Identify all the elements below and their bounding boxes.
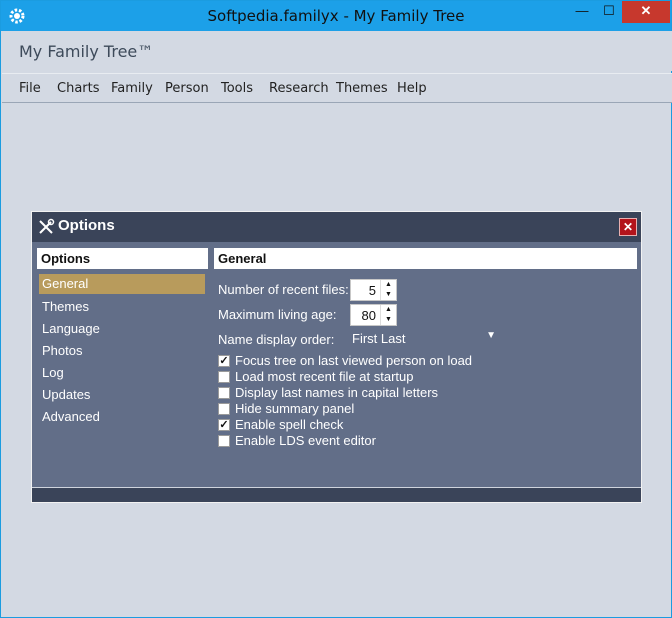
checkbox-hide-summary[interactable] bbox=[218, 403, 230, 415]
living-age-stepper[interactable]: 80 ▲ ▼ bbox=[350, 304, 397, 326]
checkbox-label: Enable spell check bbox=[235, 417, 344, 432]
menu-bar: File Charts Family Person Tools Research… bbox=[2, 73, 672, 103]
menu-person[interactable]: Person bbox=[165, 81, 209, 96]
living-age-value: 80 bbox=[361, 308, 376, 323]
name-order-label: Name display order: bbox=[218, 332, 335, 347]
checkbox-label: Display last names in capital letters bbox=[235, 385, 439, 400]
nav-advanced[interactable]: Advanced bbox=[39, 407, 205, 427]
living-age-label: Maximum living age: bbox=[218, 307, 337, 322]
dialog-title: Options bbox=[58, 217, 115, 234]
name-order-value: First Last bbox=[352, 331, 406, 346]
app-header: My Family Tree™ bbox=[2, 31, 672, 71]
menu-family[interactable]: Family bbox=[111, 81, 153, 96]
checkbox-label: Focus tree on last viewed person on load bbox=[235, 353, 473, 368]
chevron-down-icon: ▼ bbox=[486, 330, 496, 341]
menu-themes[interactable]: Themes bbox=[336, 81, 388, 96]
checkbox-load-recent[interactable] bbox=[218, 371, 230, 383]
options-nav-header: Options bbox=[37, 248, 208, 269]
menu-research[interactable]: Research bbox=[269, 81, 329, 96]
stepper-arrows[interactable]: ▲ ▼ bbox=[380, 280, 396, 300]
general-section-header: General bbox=[214, 248, 637, 269]
checkbox-label: Hide summary panel bbox=[235, 401, 355, 416]
recent-files-stepper[interactable]: 5 ▲ ▼ bbox=[350, 279, 397, 301]
menu-tools[interactable]: Tools bbox=[221, 81, 253, 96]
nav-themes[interactable]: Themes bbox=[39, 297, 205, 317]
nav-photos[interactable]: Photos bbox=[39, 341, 205, 361]
recent-files-value: 5 bbox=[368, 283, 376, 298]
nav-language[interactable]: Language bbox=[39, 319, 205, 339]
stepper-arrows[interactable]: ▲ ▼ bbox=[380, 305, 396, 325]
dialog-close-button[interactable]: ✕ bbox=[619, 218, 637, 236]
checkbox-label: Load most recent file at startup bbox=[235, 369, 414, 384]
recent-files-label: Number of recent files: bbox=[218, 282, 349, 297]
tools-icon bbox=[39, 218, 55, 234]
options-dialog: Options ✕ Options General General Themes… bbox=[31, 211, 642, 503]
dialog-status-bar bbox=[32, 488, 641, 502]
maximize-button[interactable]: ☐ bbox=[594, 1, 624, 23]
name-order-select[interactable]: First Last ▼ bbox=[348, 329, 496, 349]
app-window: Softpedia.familyx - My Family Tree — ☐ ✕… bbox=[0, 0, 672, 618]
menu-file[interactable]: File bbox=[19, 81, 41, 96]
chevron-up-icon[interactable]: ▲ bbox=[381, 305, 396, 315]
checkbox-lds-editor[interactable] bbox=[218, 435, 230, 447]
close-window-button[interactable]: ✕ bbox=[622, 1, 670, 23]
window-titlebar[interactable]: Softpedia.familyx - My Family Tree — ☐ ✕ bbox=[1, 1, 671, 31]
menu-charts[interactable]: Charts bbox=[57, 81, 100, 96]
minimize-button[interactable]: — bbox=[567, 1, 597, 23]
chevron-up-icon[interactable]: ▲ bbox=[381, 280, 396, 290]
menu-help[interactable]: Help bbox=[397, 81, 427, 96]
nav-updates[interactable]: Updates bbox=[39, 385, 205, 405]
chevron-down-icon[interactable]: ▼ bbox=[381, 290, 396, 300]
checkbox-capital-last-names[interactable] bbox=[218, 387, 230, 399]
chevron-down-icon[interactable]: ▼ bbox=[381, 315, 396, 325]
dialog-titlebar[interactable]: Options ✕ bbox=[32, 212, 641, 242]
app-brand: My Family Tree™ bbox=[19, 42, 154, 61]
checkbox-spell-check[interactable]: ✓ bbox=[218, 419, 230, 431]
nav-log[interactable]: Log bbox=[39, 363, 205, 383]
checkbox-label: Enable LDS event editor bbox=[235, 433, 376, 448]
nav-general[interactable]: General bbox=[39, 274, 205, 294]
checkbox-focus-tree[interactable]: ✓ bbox=[218, 355, 230, 367]
